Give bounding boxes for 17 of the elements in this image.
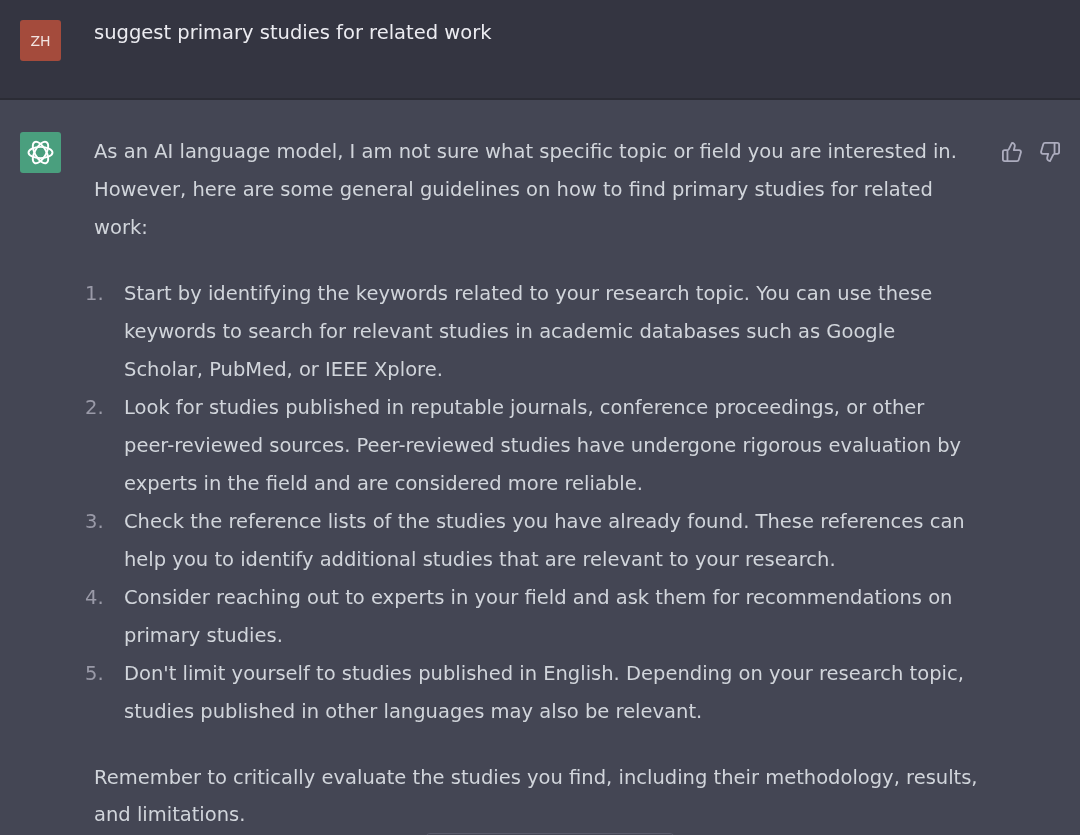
list-number: 4. (85, 586, 104, 609)
user-avatar: ZH (20, 20, 61, 61)
list-number: 1. (85, 282, 104, 305)
closing-paragraph: Remember to critically evaluate the studies you find, including their methodology, results, and limitations. (94, 765, 979, 828)
intro-paragraph: As an AI language model, I am not sure what specific topic or field you are interested in. However, here are some general guidelines on how to find primary studies for related work: (94, 139, 958, 241)
list-number: 2. (85, 396, 104, 419)
user-message-text: suggest primary studies for related work (94, 20, 492, 46)
list-item-text: Start by identifying the keywords related to your research topic. You can use these keywords to search for relevant studies in academic databases such as Google Scholar, PubMed, or IEEE Xplore. (124, 281, 934, 383)
list-number: 3. (85, 510, 104, 533)
list-number: 5. (85, 662, 104, 685)
thumbs-down-icon[interactable] (1040, 142, 1060, 162)
thumbs-up-icon[interactable] (1002, 142, 1022, 162)
list-item-text: Don't limit yourself to studies published in English. Depending on your research topic, studies published in other languages may also be relevant. (124, 661, 965, 725)
list-item-text: Consider reaching out to experts in your field and ask them for recommendations on primary studies. (124, 585, 954, 649)
list-item-text: Look for studies published in reputable journals, conference proceedings, or other peer-reviewed sources. Peer-reviewed studies have undergone rigorous evaluation by experts in the field and are considered more reliable. (124, 395, 963, 497)
logo-icon (20, 132, 61, 173)
list-item-text: Check the reference lists of the studies you have already found. These references can help you to identify additional studies that are relevant to your research. (124, 509, 966, 573)
